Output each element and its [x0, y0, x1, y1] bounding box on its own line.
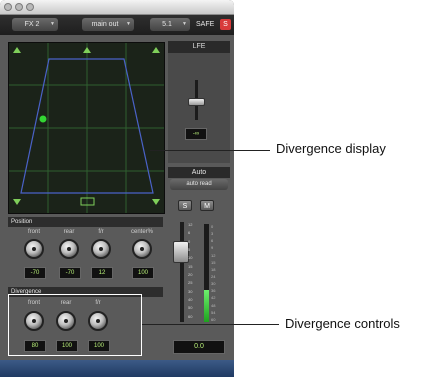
meter-scale-tick: 0 [211, 224, 214, 229]
fader-scale-tick: 15 [188, 263, 193, 269]
meter-scale-tick: 36 [211, 288, 216, 294]
fader-scale-tick: 20 [188, 272, 193, 277]
fader-scale-tick: 30 [188, 288, 193, 294]
pan-position-dot [39, 115, 47, 123]
mute-button[interactable]: M [200, 200, 214, 211]
position-fr-knob[interactable] [91, 239, 111, 259]
format-select[interactable]: 5.1 ▼ [150, 18, 190, 31]
output-select[interactable]: main out ▼ [82, 18, 134, 31]
fader-scale-tick: 50 [188, 305, 193, 311]
position-center-value[interactable]: 100 [132, 267, 154, 279]
divergence-display-callout-line [150, 150, 270, 151]
minimize-window-icon[interactable] [15, 3, 23, 11]
position-section-header: Position [8, 217, 163, 227]
fader-scale-tick: 25 [188, 280, 193, 286]
speaker-right-front-icon [152, 47, 160, 53]
chevron-down-icon: ▼ [182, 21, 187, 27]
safe-label: SAFE [196, 21, 215, 28]
zoom-window-icon[interactable] [26, 3, 34, 11]
level-meter-fill [204, 289, 209, 322]
volume-value[interactable]: 0.0 [173, 340, 225, 354]
fader-scale-tick: 12 [188, 222, 193, 227]
lfe-panel [168, 53, 230, 163]
fader-scale-tick: 10 [188, 255, 193, 261]
solo-button[interactable]: S [178, 200, 192, 211]
meter-scale-tick: 9 [211, 245, 214, 251]
meter-scale-tick: 60 [211, 316, 216, 322]
fader-scale-tick: 0 [188, 238, 191, 244]
level-meter [204, 224, 209, 322]
window-bottom-bar [0, 360, 234, 377]
title-bar [0, 0, 234, 15]
position-rear-label: rear [63, 229, 75, 235]
fader-scale-tick: 5 [188, 247, 191, 252]
insert-select[interactable]: FX 2 ▼ [12, 18, 58, 31]
meter-scale-tick: 48 [211, 302, 216, 308]
chevron-down-icon: ▼ [126, 21, 131, 27]
lfe-fader-handle[interactable] [188, 98, 205, 106]
fader-scale: 12 6 0 5 10 15 20 25 30 40 50 60 [188, 222, 198, 322]
meter-scale-tick: 3 [211, 231, 214, 237]
meter-scale-tick: 54 [211, 309, 216, 315]
position-front-knob[interactable] [24, 239, 44, 259]
volume-fader-handle[interactable] [173, 241, 189, 263]
divergence-controls-callout: Divergence controls [285, 316, 400, 331]
volume-fader-track[interactable] [180, 222, 184, 322]
output-select-label: main out [91, 21, 119, 28]
divergence-display-callout: Divergence display [276, 141, 386, 156]
safe-button[interactable]: S [220, 19, 231, 30]
automation-label: Auto [168, 167, 230, 178]
meter-scale-tick: 15 [211, 259, 216, 265]
pan-plugin-window: FX 2 ▼ main out ▼ 5.1 ▼ SAFE S LFE -∞ Au… [0, 0, 234, 377]
fader-scale-tick: 6 [188, 230, 191, 236]
position-rear-value[interactable]: -70 [59, 267, 81, 279]
automation-mode-select[interactable]: auto read [170, 179, 228, 190]
plugin-toolbar: FX 2 ▼ main out ▼ 5.1 ▼ SAFE S [0, 15, 234, 35]
lfe-value[interactable]: -∞ [185, 128, 207, 140]
position-rear-knob[interactable] [59, 239, 79, 259]
speaker-left-surround-icon [13, 199, 21, 205]
meter-scale-tick: 30 [211, 281, 216, 287]
meter-scale-tick: 24 [211, 274, 216, 279]
meter-scale-tick: 42 [211, 295, 216, 301]
format-select-label: 5.1 [162, 21, 172, 28]
speaker-center-icon [83, 47, 91, 53]
meter-scale-tick: 12 [211, 252, 216, 258]
position-center-label: center% [130, 229, 153, 235]
speaker-left-front-icon [13, 47, 21, 53]
position-fr-label: f/r [98, 229, 104, 235]
grid-lines [9, 43, 164, 213]
position-front-value[interactable]: -70 [24, 267, 46, 279]
divergence-controls-highlight [8, 294, 142, 356]
meter-scale-tick: 6 [211, 238, 214, 244]
fader-scale-tick: 40 [188, 297, 193, 302]
insert-select-label: FX 2 [24, 21, 40, 28]
meter-scale-tick: 18 [211, 266, 216, 272]
chevron-down-icon: ▼ [50, 21, 55, 27]
position-fr-value[interactable]: 12 [91, 267, 113, 279]
divergence-controls-callout-line [142, 324, 279, 325]
position-front-label: front [27, 229, 40, 235]
fader-scale-tick: 60 [188, 313, 193, 319]
close-window-icon[interactable] [4, 3, 12, 11]
lfe-label: LFE [168, 41, 230, 53]
divergence-display[interactable] [8, 42, 165, 214]
panner-grid [9, 43, 164, 213]
meter-scale: 0 3 6 9 12 15 18 24 30 36 42 48 54 60 [211, 224, 229, 324]
position-center-knob[interactable] [132, 239, 152, 259]
speaker-right-surround-icon [152, 199, 160, 205]
